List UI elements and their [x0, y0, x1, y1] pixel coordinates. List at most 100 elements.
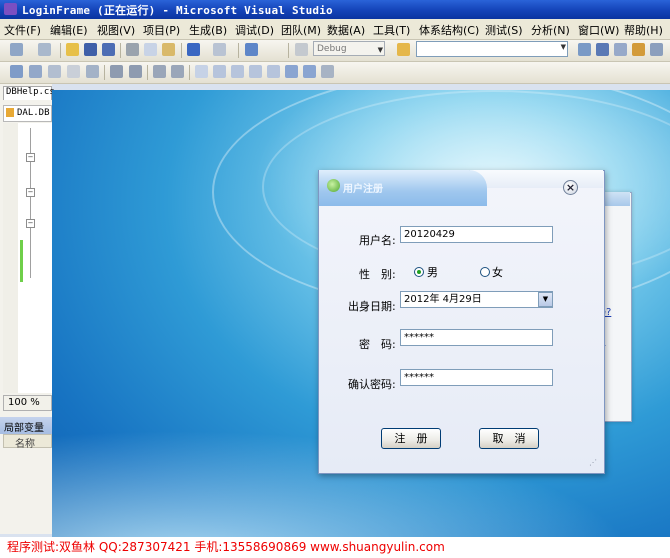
indent-icon[interactable]	[110, 65, 123, 78]
register-button[interactable]: 注 册	[381, 428, 441, 449]
find-input[interactable]: ▼	[416, 41, 568, 57]
menu-analyze[interactable]: 分析(N)	[531, 22, 570, 38]
editor-margin	[3, 123, 18, 393]
save-icon[interactable]	[84, 43, 97, 56]
new-project-icon[interactable]	[10, 43, 23, 56]
password-label: 密 码:	[359, 338, 396, 351]
previous-document-bookmark-icon[interactable]	[285, 65, 298, 78]
open-file-icon[interactable]	[66, 43, 79, 56]
object-browser-icon[interactable]	[614, 43, 627, 56]
menu-data[interactable]: 数据(A)	[327, 22, 365, 38]
outdent-icon[interactable]	[86, 65, 99, 78]
toolbar-separator	[60, 43, 61, 58]
zoom-select[interactable]: 100 %	[3, 395, 52, 411]
register-dialog	[318, 170, 605, 474]
complete-word-icon[interactable]	[67, 65, 80, 78]
menu-team[interactable]: 团队(M)	[281, 22, 321, 38]
confirm-password-label: 确认密码:	[348, 378, 396, 391]
document-tab[interactable]: DBHelp.cs	[3, 86, 55, 100]
comment-icon[interactable]	[153, 65, 166, 78]
uncomment-icon[interactable]	[171, 65, 184, 78]
clear-bookmarks-icon[interactable]	[321, 65, 334, 78]
chevron-down-icon: ▼	[377, 46, 383, 54]
toolbar-separator	[181, 43, 182, 58]
find-in-files-icon[interactable]	[397, 43, 410, 56]
birthdate-picker[interactable]: 2012年 4月29日	[400, 291, 553, 308]
text-editor-toolbar	[0, 62, 670, 84]
toolbar-separator	[104, 65, 105, 80]
copy-icon[interactable]	[144, 43, 157, 56]
window-title: LoginFrame (正在运行) - Microsoft Visual Stu…	[22, 4, 333, 17]
gender-label: 性 别:	[359, 268, 396, 281]
zoom-value: 100 %	[8, 397, 40, 408]
menu-file[interactable]: 文件(F)	[4, 22, 41, 38]
menu-build[interactable]: 生成(B)	[189, 22, 227, 38]
password-field[interactable]: ******	[400, 329, 553, 346]
title-bar: LoginFrame (正在运行) - Microsoft Visual Stu…	[0, 0, 670, 19]
menu-debug[interactable]: 调试(D)	[235, 22, 274, 38]
collapse-icon[interactable]: −	[26, 153, 35, 162]
chevron-down-icon: ▼	[542, 295, 549, 303]
next-bookmark-folder-icon[interactable]	[267, 65, 280, 78]
toolbar-separator	[238, 43, 239, 58]
previous-bookmark-folder-icon[interactable]	[249, 65, 262, 78]
solution-configuration-select[interactable]: Debug ▼	[313, 41, 385, 56]
cut-icon[interactable]	[126, 43, 139, 56]
navigate-backward-icon[interactable]	[245, 43, 258, 56]
quick-info-icon[interactable]	[48, 65, 61, 78]
menu-view[interactable]: 视图(V)	[97, 22, 135, 38]
menu-project[interactable]: 项目(P)	[143, 22, 180, 38]
previous-bookmark-icon[interactable]	[213, 65, 226, 78]
author-caption: 程序测试:双鱼林 QQ:287307421 手机:13558690869 www…	[7, 540, 445, 554]
cancel-button[interactable]: 取 消	[479, 428, 539, 449]
paste-icon[interactable]	[162, 43, 175, 56]
start-debugging-icon[interactable]	[295, 43, 308, 56]
toolbox-icon[interactable]	[632, 43, 645, 56]
more-windows-icon[interactable]	[650, 43, 663, 56]
gender-male-radio[interactable]	[414, 267, 424, 277]
menu-window[interactable]: 窗口(W)	[578, 22, 619, 38]
undo-icon[interactable]	[187, 43, 200, 56]
toolbar-separator	[120, 43, 121, 58]
username-field[interactable]: 20120429	[400, 226, 553, 243]
locals-window-title: 局部变量	[0, 417, 52, 434]
locals-name-column-header[interactable]: 名称	[3, 434, 52, 450]
birthdate-label: 出身日期:	[348, 300, 396, 313]
gender-female-label[interactable]: 女	[492, 264, 503, 280]
dialog-title: 用户注册	[343, 184, 383, 195]
menu-edit[interactable]: 编辑(E)	[50, 22, 88, 38]
menu-help[interactable]: 帮助(H)	[624, 22, 663, 38]
save-all-icon[interactable]	[102, 43, 115, 56]
next-bookmark-icon[interactable]	[231, 65, 244, 78]
collapse-icon[interactable]: −	[26, 188, 35, 197]
change-tracking-bar	[20, 240, 23, 282]
menu-tools[interactable]: 工具(T)	[373, 22, 410, 38]
menu-architecture[interactable]: 体系结构(C)	[419, 22, 479, 38]
decrease-indent-icon[interactable]	[129, 65, 142, 78]
confirm-password-field[interactable]: ******	[400, 369, 553, 386]
redo-icon[interactable]	[213, 43, 226, 56]
solution-explorer-icon[interactable]	[578, 43, 591, 56]
next-document-bookmark-icon[interactable]	[303, 65, 316, 78]
collapse-icon[interactable]: −	[26, 219, 35, 228]
date-dropdown-button[interactable]: ▼	[538, 292, 553, 307]
outline-line	[30, 128, 31, 278]
add-item-icon[interactable]	[38, 43, 51, 56]
parameter-info-icon[interactable]	[29, 65, 42, 78]
app-leaf-icon	[327, 179, 340, 192]
visual-studio-icon	[4, 3, 17, 15]
gender-male-label[interactable]: 男	[427, 264, 438, 280]
chevron-down-icon: ▼	[560, 43, 566, 51]
gender-female-radio[interactable]	[480, 267, 490, 277]
solution-configuration-value: Debug	[317, 44, 347, 54]
close-icon: ×	[565, 181, 576, 194]
resize-grip-icon[interactable]: ⋰	[589, 458, 597, 467]
dialog-header-right	[470, 170, 603, 188]
menu-bar: 文件(F) 编辑(E) 视图(V) 项目(P) 生成(B) 调试(D) 团队(M…	[0, 19, 670, 40]
properties-window-icon[interactable]	[596, 43, 609, 56]
menu-test[interactable]: 测试(S)	[485, 22, 523, 38]
list-members-icon[interactable]	[10, 65, 23, 78]
bookmark-icon[interactable]	[195, 65, 208, 78]
close-button[interactable]: ×	[563, 180, 578, 195]
toolbar-separator	[147, 65, 148, 80]
